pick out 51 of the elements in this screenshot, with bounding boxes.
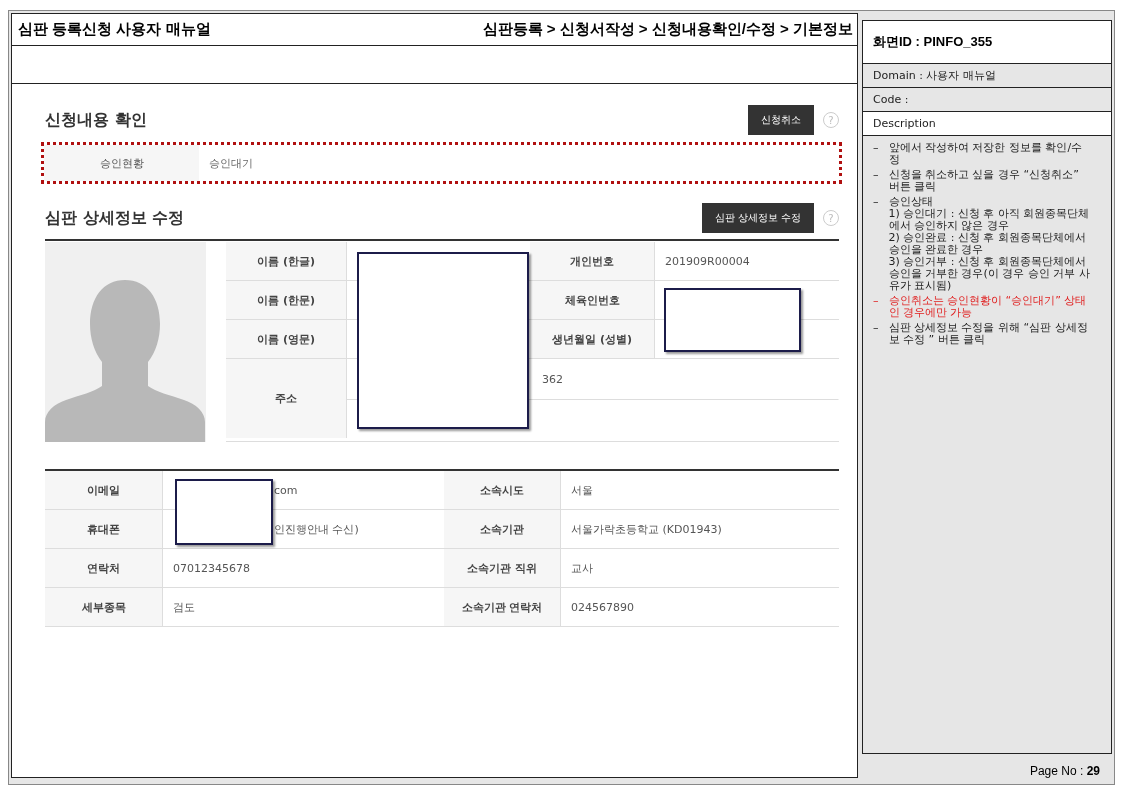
description-text: 승인상태 xyxy=(888,196,934,208)
domain-text: Domain : 사용자 매뉴얼 xyxy=(873,68,996,83)
field-value: 024567890 xyxy=(571,600,634,614)
field-label: 이름 (영문) xyxy=(226,320,347,358)
field-value: 인진행안내 수신) xyxy=(274,521,359,537)
description-text: 3) 승인거부 : 신청 후 회원종목단체에서 승인을 거부한 경우(이 경우 승인 거부 사유가 표시됨) xyxy=(888,256,1091,292)
field-label: 주소 xyxy=(226,359,347,438)
field-label: 소속시도 xyxy=(444,471,561,509)
field-value: 서울가락초등학교 (KD01943) xyxy=(571,521,722,537)
manual-title: 심판 등록신청 사용자 매뉴얼 xyxy=(18,20,211,39)
description-text: 1) 승인대기 : 신청 후 아직 회원종목단체에서 승인하지 않은 경우 xyxy=(888,208,1091,232)
field-label: 세부종목 xyxy=(45,588,163,626)
field-label: 소속기관 직위 xyxy=(444,549,561,587)
bullet: – xyxy=(873,196,879,210)
description-text: 승인취소는 승인현황이 “승인대기” 상태인 경우에만 가능 xyxy=(888,295,1088,319)
edit-button[interactable]: 심판 상세정보 수정 xyxy=(701,203,814,233)
code-text: Code : xyxy=(873,93,909,106)
status-value: 승인대기 xyxy=(208,155,253,172)
section-title: 심판 상세정보 수정 xyxy=(45,207,185,229)
field-value: 201909R00004 xyxy=(665,254,750,268)
screen-id: 화면ID : PINFO_355 xyxy=(873,33,993,51)
description-text: 심판 상세정보 수정을 위해 “심판 상세정보 수정 ” 버튼 클릭 xyxy=(888,322,1089,346)
section-title: 신청내용 확인 xyxy=(45,109,147,131)
bullet: – xyxy=(873,295,879,309)
field-label: 개인번호 xyxy=(530,242,655,280)
field-label: 이메일 xyxy=(45,471,163,509)
bullet: – xyxy=(873,142,879,156)
field-value: 362 xyxy=(542,372,563,386)
field-label: 연락처 xyxy=(45,549,163,587)
field-label: 이름 (한문) xyxy=(226,281,347,319)
field-value: com xyxy=(274,483,298,497)
field-label: 소속기관 연락처 xyxy=(444,588,561,626)
description-text: 2) 승인완료 : 신청 후 회원종목단체에서 승인을 완료한 경우 xyxy=(888,232,1087,256)
field-label: 생년월일 (성별) xyxy=(530,320,655,358)
field-value: 교사 xyxy=(571,560,593,576)
field-label: 체육인번호 xyxy=(530,281,655,319)
field-value: 검도 xyxy=(173,599,195,615)
field-label: 소속기관 xyxy=(444,510,561,548)
field-label: 휴대폰 xyxy=(45,510,163,548)
page-number: Page No : 29 xyxy=(1028,763,1101,778)
field-label: 이름 (한글) xyxy=(226,242,347,280)
description-title: Description xyxy=(873,117,936,130)
status-label: 승인현황 xyxy=(44,145,199,181)
field-value: 07012345678 xyxy=(173,561,250,575)
field-value: 서울 xyxy=(571,482,593,498)
bullet: – xyxy=(873,169,879,183)
breadcrumb: 심판등록 > 신청서작성 > 신청내용확인/수정 > 기본정보 xyxy=(482,20,853,39)
bullet: – xyxy=(873,322,879,336)
description-text: 신청을 취소하고 싶을 경우 “신청취소” 버튼 클릭 xyxy=(888,169,1080,193)
description-text: 앞에서 작성하여 저장한 정보를 확인/수정 xyxy=(888,142,1084,166)
cancel-button[interactable]: 신청취소 xyxy=(748,105,814,135)
